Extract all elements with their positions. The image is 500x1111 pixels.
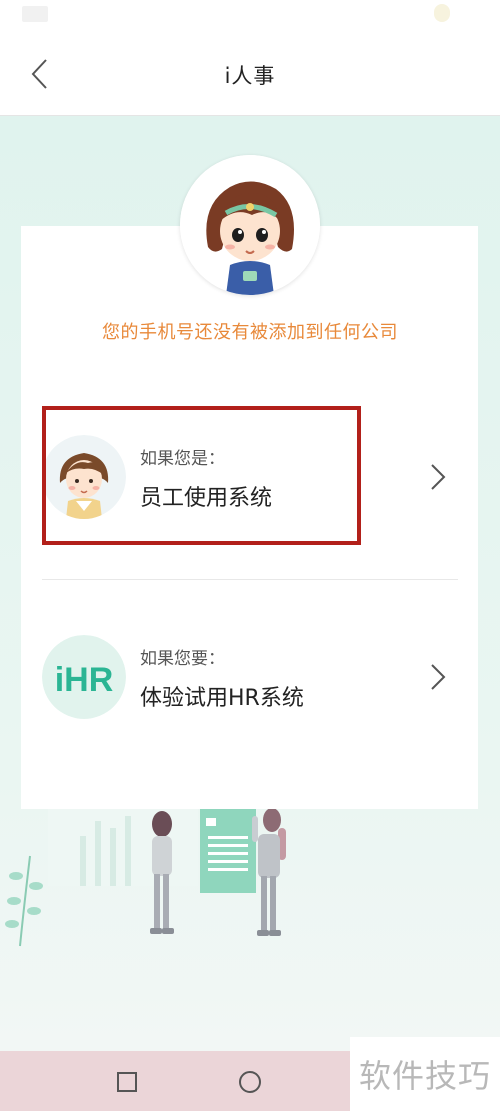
option-divider (42, 579, 458, 580)
mascot-girl-icon (180, 155, 320, 295)
chevron-right-icon (431, 664, 446, 690)
status-right-indicator (434, 4, 450, 22)
mascot-avatar (180, 155, 320, 295)
home-button[interactable] (237, 1069, 263, 1095)
square-icon (117, 1072, 137, 1092)
hr-option-subtitle: 如果您要： (140, 649, 225, 669)
hr-logo-text: iHR (55, 661, 114, 699)
page-title: i人事 (224, 64, 276, 88)
recent-apps-button[interactable] (114, 1069, 140, 1095)
hr-option-title: 体验试用HR系统 (140, 686, 304, 711)
no-company-notice: 您的手机号还没有被添加到任何公司 (102, 322, 398, 343)
hr-trial-option-row[interactable]: iHR 如果您要： 体验试用HR系统 (21, 620, 478, 750)
watermark: 软件技巧 (350, 1037, 500, 1111)
status-left-indicator (22, 6, 48, 22)
status-bar (0, 0, 500, 30)
highlight-annotation (42, 406, 361, 545)
navigation-bar: i人事 (0, 30, 500, 116)
hr-logo-icon: iHR (42, 635, 126, 719)
chevron-right-icon (431, 464, 446, 490)
circle-icon (239, 1071, 261, 1093)
